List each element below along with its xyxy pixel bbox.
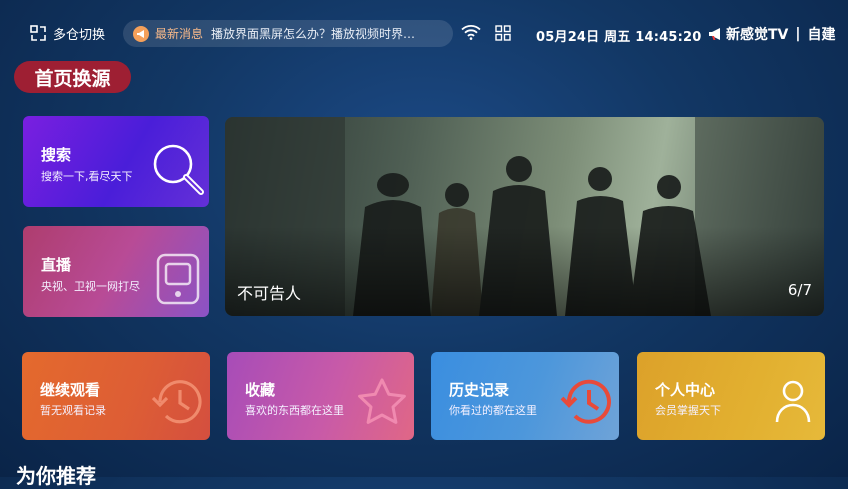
banner-caption: 不可告人 bbox=[237, 284, 302, 303]
featured-banner[interactable]: 不可告人 6/7 bbox=[225, 117, 824, 316]
search-tile-subtitle: 搜索一下,看尽天下 bbox=[41, 170, 133, 183]
source-switch-button[interactable]: 首页换源 bbox=[14, 61, 131, 93]
card-title: 历史记录 bbox=[449, 381, 510, 399]
search-tile[interactable]: 搜索 搜索一下,看尽天下 bbox=[23, 116, 209, 207]
recommend-heading: 为你推荐 bbox=[16, 464, 96, 488]
switch-icon bbox=[30, 24, 46, 41]
continue-watching-card[interactable]: 继续观看 暂无观看记录 bbox=[22, 352, 210, 440]
card-subtitle: 你看过的都在这里 bbox=[449, 404, 537, 417]
brand-separator: | bbox=[795, 26, 801, 42]
workspace-switch-label: 多仓切换 bbox=[53, 27, 106, 43]
banner-artwork bbox=[225, 117, 824, 316]
history-icon bbox=[151, 380, 202, 424]
favorites-card[interactable]: 收藏 喜欢的东西都在这里 bbox=[227, 352, 414, 440]
card-title: 收藏 bbox=[245, 381, 276, 399]
live-tile[interactable]: 直播 央视、卫视一网打尽 bbox=[23, 226, 209, 317]
top-bar: 多仓切换 最新消息 播放界面黑屏怎么办？播放视频时界… 05月24日 周五 14… bbox=[0, 0, 848, 66]
megaphone-icon bbox=[133, 25, 149, 42]
live-tile-title: 直播 bbox=[41, 256, 72, 274]
star-icon bbox=[358, 378, 406, 424]
brand-name: 新感觉TV bbox=[726, 27, 789, 43]
card-subtitle: 喜欢的东西都在这里 bbox=[245, 404, 344, 417]
workspace-switch-button[interactable]: 多仓切换 bbox=[30, 22, 105, 44]
card-subtitle: 会员掌握天下 bbox=[655, 404, 721, 417]
tv-icon bbox=[156, 253, 200, 305]
history-icon bbox=[560, 379, 611, 424]
apps-grid-icon[interactable] bbox=[495, 25, 511, 41]
brand-suffix: 自建 bbox=[807, 27, 836, 43]
search-tile-title: 搜索 bbox=[41, 146, 72, 164]
news-ticker[interactable]: 最新消息 播放界面黑屏怎么办？播放视频时界… bbox=[123, 20, 453, 47]
history-card[interactable]: 历史记录 你看过的都在这里 bbox=[431, 352, 619, 440]
banner-pager: 6/7 bbox=[787, 281, 812, 299]
news-text: 播放界面黑屏怎么办？播放视频时界… bbox=[211, 27, 416, 41]
card-title: 个人中心 bbox=[655, 381, 716, 399]
live-tile-subtitle: 央视、卫视一网打尽 bbox=[41, 280, 140, 293]
user-icon bbox=[775, 380, 811, 423]
news-tag: 最新消息 bbox=[155, 27, 204, 41]
card-title: 继续观看 bbox=[40, 381, 101, 399]
profile-card[interactable]: 个人中心 会员掌握天下 bbox=[637, 352, 825, 440]
magnifier-icon bbox=[153, 144, 204, 195]
datetime: 05月24日 周五 14:45:20 bbox=[536, 30, 702, 45]
card-subtitle: 暂无观看记录 bbox=[40, 404, 106, 417]
wifi-icon bbox=[461, 25, 481, 40]
megaphone-icon bbox=[709, 28, 720, 40]
brand-title: 新感觉TV | 自建 bbox=[708, 24, 836, 44]
